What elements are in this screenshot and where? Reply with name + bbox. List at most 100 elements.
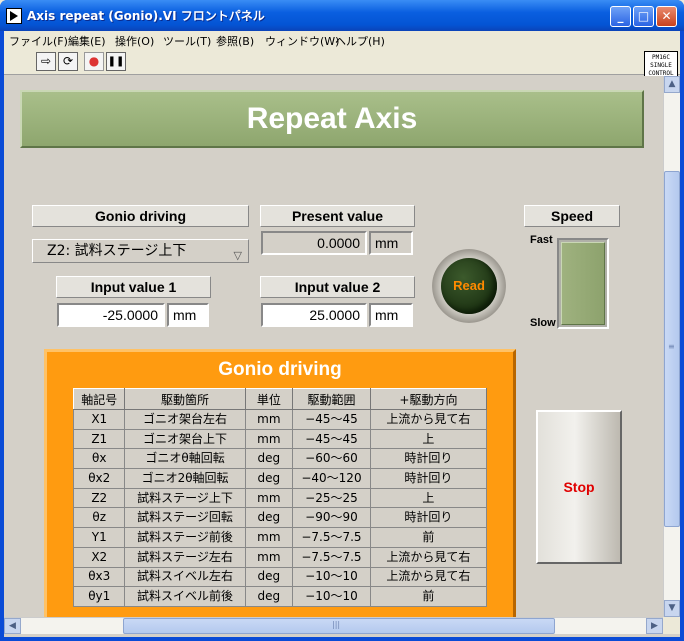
- run-arrow-icon[interactable]: ⇨: [36, 52, 56, 71]
- cell-drive-location: 試料スイベル前後: [124, 586, 246, 607]
- cell-unit: deg: [244, 566, 294, 588]
- scroll-down-icon[interactable]: ▼: [664, 600, 680, 617]
- table-title: Gonio driving: [218, 359, 342, 380]
- cell-unit: deg: [244, 507, 294, 529]
- cell-unit: mm: [244, 527, 294, 548]
- cell-drive-range: −40〜120: [292, 468, 371, 489]
- cell-plus-direction: 時計回り: [369, 448, 488, 470]
- application-window: Axis repeat (Gonio).VI フロントパネル _ □ ✕ ファイ…: [0, 0, 684, 641]
- input-value-2-unit: mm: [369, 303, 413, 327]
- cell-drive-range: −45〜45: [292, 428, 371, 450]
- cell-unit: mm: [244, 409, 294, 430]
- cell-unit: mm: [244, 546, 294, 568]
- title-bar[interactable]: Axis repeat (Gonio).VI フロントパネル _ □ ✕: [0, 0, 684, 31]
- cell-plus-direction: 時計回り: [369, 507, 488, 529]
- run-continuously-icon[interactable]: ⟳: [58, 52, 78, 71]
- menu-bar: ファイル(F) 編集(E) 操作(O) ツール(T) 参照(B) ウィンドウ(W…: [4, 31, 680, 49]
- menu-window[interactable]: ウィンドウ(W): [265, 33, 339, 49]
- menu-edit[interactable]: 編集(E): [68, 33, 106, 49]
- gonio-driving-table-panel: Gonio driving 軸記号 駆動箇所 単位 駆動範囲 +駆動方向 X1 ゴ…: [44, 349, 516, 617]
- toolbar: ⇨ ⟳ ● ❚❚ PM16C SINGLE CONTROL: [4, 49, 680, 87]
- table-row: θy1 試料スイベル前後 deg −10〜10 前: [72, 586, 488, 607]
- menu-file[interactable]: ファイル(F): [9, 33, 68, 49]
- cell-drive-location: 試料ステージ回転: [124, 507, 246, 529]
- cell-axis-symbol: θx2: [72, 468, 126, 489]
- stop-button[interactable]: Stop: [536, 410, 622, 564]
- present-value-label: Present value: [260, 205, 415, 227]
- cell-plus-direction: 上流から見て右: [369, 566, 488, 588]
- speed-slider[interactable]: [557, 238, 609, 329]
- cell-plus-direction: 上流から見て右: [369, 546, 488, 568]
- speed-slow-label: Slow: [530, 317, 556, 329]
- vertical-scroll-thumb[interactable]: ≡: [664, 171, 680, 527]
- input-value-1-label: Input value 1: [56, 276, 211, 298]
- input-value-1-field[interactable]: -25.0000: [57, 303, 165, 327]
- cell-plus-direction: 上流から見て右: [369, 409, 488, 430]
- cell-axis-symbol: θz: [72, 507, 126, 529]
- input-value-2-field[interactable]: 25.0000: [261, 303, 367, 327]
- menu-operate[interactable]: 操作(O): [115, 33, 154, 49]
- gonio-driving-label: Gonio driving: [32, 205, 249, 227]
- header-drive-location: 駆動箇所: [124, 388, 246, 410]
- cell-drive-range: −45〜45: [292, 409, 371, 430]
- size-grip[interactable]: [663, 617, 680, 634]
- dropdown-arrow-icon[interactable]: ▽: [234, 245, 242, 267]
- cell-drive-location: 試料ステージ上下: [124, 487, 246, 509]
- header-unit: 単位: [244, 388, 294, 410]
- pause-icon[interactable]: ❚❚: [106, 52, 126, 71]
- cell-drive-location: ゴニオ架台上下: [124, 428, 246, 450]
- cell-axis-symbol: θx: [72, 448, 126, 470]
- menu-browse[interactable]: 参照(B): [216, 33, 254, 49]
- speed-label: Speed: [524, 205, 620, 227]
- gonio-driving-value: Z2: 試料ステージ上下: [47, 243, 187, 259]
- present-unit: mm: [369, 231, 413, 255]
- table-row: θx3 試料スイベル左右 deg −10〜10 上流から見て右: [72, 566, 488, 588]
- input-value-1-unit: mm: [167, 303, 209, 327]
- window-title: Axis repeat (Gonio).VI フロントパネル: [27, 9, 265, 23]
- cell-drive-range: −10〜10: [292, 586, 371, 607]
- horizontal-scrollbar[interactable]: ◀ ||| ▶: [4, 617, 663, 634]
- read-led[interactable]: Read: [441, 258, 497, 314]
- cell-unit: mm: [244, 428, 294, 450]
- table-row: Z1 ゴニオ架台上下 mm −45〜45 上: [72, 428, 488, 450]
- scroll-up-icon[interactable]: ▲: [664, 76, 680, 93]
- scroll-right-icon[interactable]: ▶: [646, 618, 663, 634]
- scroll-left-icon[interactable]: ◀: [4, 618, 21, 634]
- cell-drive-range: −7.5〜7.5: [292, 527, 371, 548]
- close-button[interactable]: ✕: [656, 6, 677, 27]
- speed-slider-fill[interactable]: [561, 242, 605, 325]
- cell-drive-location: ゴニオ架台左右: [124, 409, 246, 430]
- read-indicator[interactable]: Read: [432, 249, 506, 323]
- header-plus-direction: +駆動方向: [369, 388, 488, 410]
- cell-axis-symbol: X2: [72, 546, 126, 568]
- cell-plus-direction: 上: [369, 428, 488, 450]
- cell-axis-symbol: Z2: [72, 487, 126, 509]
- panel-banner: Repeat Axis: [20, 90, 644, 148]
- gonio-driving-select[interactable]: Z2: 試料ステージ上下 ▽: [32, 239, 249, 263]
- cell-unit: deg: [244, 586, 294, 607]
- horizontal-scroll-thumb[interactable]: |||: [123, 618, 555, 634]
- table-row: θz 試料ステージ回転 deg −90〜90 時計回り: [72, 507, 488, 529]
- cell-drive-location: ゴニオθ軸回転: [124, 448, 246, 470]
- table-row: X2 試料ステージ左右 mm −7.5〜7.5 上流から見て右: [72, 546, 488, 568]
- cell-plus-direction: 時計回り: [369, 468, 488, 489]
- abort-icon[interactable]: ●: [84, 52, 104, 71]
- present-value-display: 0.0000: [261, 231, 367, 255]
- cell-plus-direction: 前: [369, 586, 488, 607]
- table-row: θx2 ゴニオ2θ軸回転 deg −40〜120 時計回り: [72, 468, 488, 489]
- table-row: Z2 試料ステージ上下 mm −25〜25 上: [72, 487, 488, 509]
- menu-tools[interactable]: ツール(T): [163, 33, 211, 49]
- vertical-scrollbar[interactable]: ▲ ≡ ▼: [663, 76, 680, 617]
- cell-plus-direction: 上: [369, 487, 488, 509]
- cell-axis-symbol: θy1: [72, 586, 126, 607]
- cell-unit: deg: [244, 448, 294, 470]
- front-panel: Repeat Axis Gonio driving Z2: 試料ステージ上下 ▽…: [4, 76, 663, 617]
- header-drive-range: 駆動範囲: [292, 388, 371, 410]
- cell-axis-symbol: Z1: [72, 428, 126, 450]
- cell-unit: mm: [244, 487, 294, 509]
- menu-help[interactable]: ヘルプ(H): [335, 33, 385, 49]
- cell-drive-location: ゴニオ2θ軸回転: [124, 468, 246, 489]
- minimize-button[interactable]: _: [610, 6, 631, 27]
- maximize-button[interactable]: □: [633, 6, 654, 27]
- cell-drive-range: −25〜25: [292, 487, 371, 509]
